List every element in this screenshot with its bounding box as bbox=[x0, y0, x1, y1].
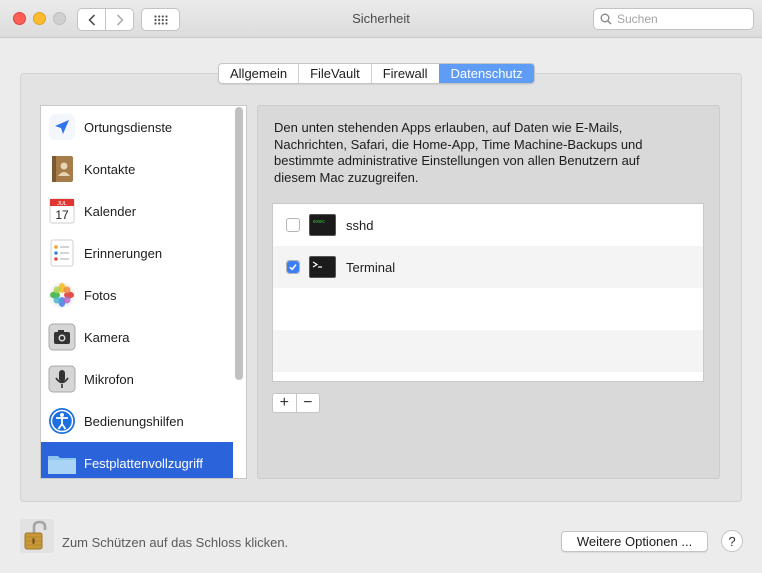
contacts-book-icon bbox=[47, 154, 77, 184]
sidebar-item-label: Festplattenvollzugriff bbox=[84, 455, 203, 471]
app-checkbox-terminal[interactable] bbox=[286, 260, 300, 274]
terminal-exec-icon: exec bbox=[309, 214, 336, 236]
sidebar-item-bedienungshilfen[interactable]: Bedienungshilfen bbox=[41, 400, 233, 442]
sidebar-scrollbar[interactable] bbox=[235, 107, 243, 380]
folder-icon bbox=[47, 448, 77, 478]
photos-flower-icon bbox=[47, 280, 77, 310]
privacy-category-list[interactable]: Ortungsdienste Kontakte JUL 17 Kalender E… bbox=[40, 105, 247, 479]
calendar-icon-month: JUL bbox=[57, 201, 67, 207]
sidebar-item-erinnerungen[interactable]: Erinnerungen bbox=[41, 232, 233, 274]
sidebar-item-label: Kamera bbox=[84, 329, 130, 345]
terminal-icon bbox=[309, 256, 336, 278]
sidebar-item-label: Kalender bbox=[84, 203, 137, 219]
sidebar-item-ortungsdienste[interactable]: Ortungsdienste bbox=[41, 106, 233, 148]
lock-hint-text: Zum Schützen auf das Schloss klicken. bbox=[62, 535, 289, 550]
title-bar: Sicherheit bbox=[0, 0, 762, 38]
sidebar-item-mikrofon[interactable]: Mikrofon bbox=[41, 358, 233, 400]
calendar-icon-day: 17 bbox=[55, 208, 69, 222]
tab-bar: Allgemein FileVault Firewall Datenschutz bbox=[218, 63, 535, 84]
camera-icon bbox=[47, 322, 77, 352]
tab-datenschutz[interactable]: Datenschutz bbox=[438, 64, 534, 83]
add-app-button[interactable]: + bbox=[273, 394, 296, 412]
app-checkbox-sshd[interactable] bbox=[286, 218, 300, 232]
sidebar-item-label: Fotos bbox=[84, 287, 117, 303]
app-row-terminal[interactable]: Terminal bbox=[273, 246, 703, 288]
sidebar-item-kamera[interactable]: Kamera bbox=[41, 316, 233, 358]
lock-button[interactable] bbox=[20, 519, 54, 553]
tab-allgemein[interactable]: Allgemein bbox=[219, 64, 298, 83]
sidebar-item-festplattenvollzugriff[interactable]: Festplattenvollzugriff bbox=[41, 442, 233, 478]
search-field[interactable] bbox=[593, 8, 754, 30]
tab-firewall[interactable]: Firewall bbox=[370, 64, 439, 83]
reminders-list-icon bbox=[47, 238, 77, 268]
remove-app-button[interactable]: − bbox=[295, 394, 320, 412]
checkmark-icon bbox=[287, 261, 299, 273]
search-icon bbox=[600, 13, 612, 25]
sidebar-item-label: Erinnerungen bbox=[84, 245, 163, 261]
sidebar-item-label: Mikrofon bbox=[84, 371, 134, 387]
app-row-sshd[interactable]: exec sshd bbox=[273, 204, 703, 246]
sidebar-item-label: Kontakte bbox=[84, 161, 136, 177]
sidebar-item-kalender[interactable]: JUL 17 Kalender bbox=[41, 190, 233, 232]
microphone-icon bbox=[47, 364, 77, 394]
app-name: sshd bbox=[346, 217, 374, 233]
description-text: Den unten stehenden Apps erlauben, auf D… bbox=[274, 120, 643, 185]
tab-filevault[interactable]: FileVault bbox=[298, 64, 371, 83]
unlocked-padlock-icon bbox=[20, 519, 54, 553]
svg-text:exec: exec bbox=[313, 219, 325, 225]
add-remove-control: + − bbox=[272, 393, 320, 413]
app-row-empty bbox=[273, 288, 703, 330]
sidebar-item-fotos[interactable]: Fotos bbox=[41, 274, 233, 316]
app-name: Terminal bbox=[346, 259, 396, 275]
app-list: exec sshd Terminal bbox=[272, 203, 704, 382]
location-arrow-icon bbox=[47, 112, 77, 142]
help-button[interactable]: ? bbox=[721, 530, 743, 552]
search-input[interactable] bbox=[617, 12, 747, 26]
more-options-button[interactable]: Weitere Optionen ... bbox=[561, 531, 708, 552]
app-row-empty bbox=[273, 330, 703, 372]
accessibility-icon bbox=[47, 406, 77, 436]
calendar-icon: JUL 17 bbox=[47, 196, 77, 226]
sidebar-item-label: Bedienungshilfen bbox=[84, 413, 184, 429]
sidebar-item-label: Ortungsdienste bbox=[84, 119, 173, 135]
sidebar-item-kontakte[interactable]: Kontakte bbox=[41, 148, 233, 190]
